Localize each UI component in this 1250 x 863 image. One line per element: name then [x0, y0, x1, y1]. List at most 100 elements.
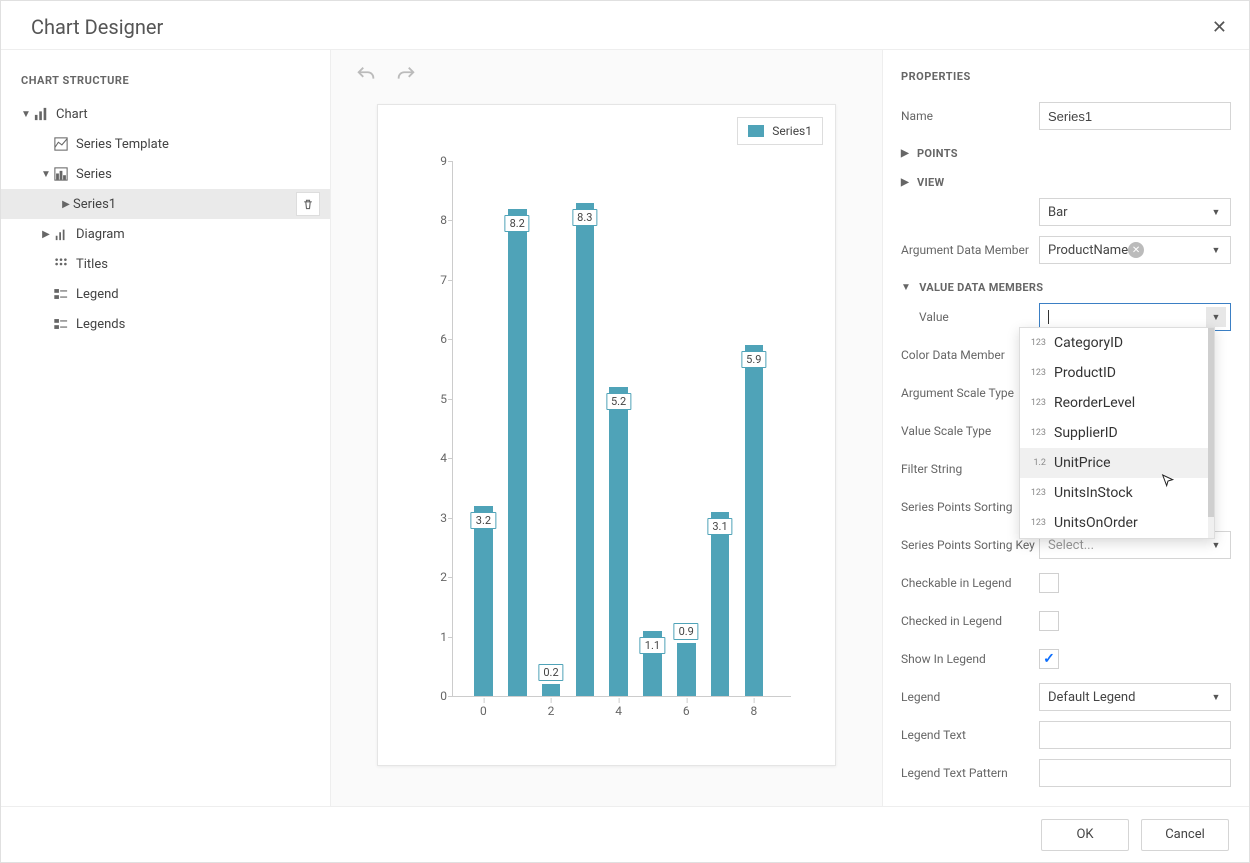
- legend-entry-label: Series1: [772, 124, 812, 138]
- x-tick: 8: [750, 704, 757, 718]
- dialog-title: Chart Designer: [31, 15, 163, 39]
- dropdown-item-label: ProductID: [1054, 365, 1116, 381]
- prop-name-input[interactable]: [1039, 102, 1231, 130]
- chevron-down-icon[interactable]: ▼: [19, 109, 33, 120]
- tree-item-titles[interactable]: Titles: [1, 249, 330, 279]
- show-in-legend-checkbox[interactable]: [1039, 649, 1059, 669]
- y-tick: 2: [425, 570, 447, 584]
- checked-in-legend-checkbox[interactable]: [1039, 611, 1059, 631]
- tree-item-series1[interactable]: ▶Series1: [1, 189, 330, 219]
- dropdown-item-supplierid[interactable]: 123 SupplierID: [1020, 418, 1214, 448]
- value-dropdown[interactable]: 123CategoryID123ProductID123ReorderLevel…: [1019, 327, 1215, 539]
- section-value-data-members[interactable]: ▼ VALUE DATA MEMBERS: [901, 269, 1231, 298]
- y-tick: 7: [425, 273, 447, 287]
- field-type-icon: 123: [1030, 338, 1046, 348]
- bar-value-label: 3.1: [707, 518, 732, 535]
- y-tick: 3: [425, 511, 447, 525]
- undo-button[interactable]: [355, 64, 377, 90]
- chart-icon: [33, 106, 49, 122]
- bar: 0.2: [542, 684, 561, 696]
- legend-swatch: [748, 125, 764, 137]
- bar-value-label: 0.2: [538, 664, 563, 681]
- tree-item-label: Series Template: [76, 137, 320, 152]
- properties-title: PROPERTIES: [901, 62, 1231, 97]
- dropdown-item-unitsinstock[interactable]: 123 UnitsInStock: [1020, 478, 1214, 508]
- dropdown-item-label: UnitPrice: [1054, 455, 1111, 471]
- dropdown-item-productid[interactable]: 123ProductID: [1020, 358, 1214, 388]
- tree-item-chart[interactable]: ▼ Chart: [1, 99, 330, 129]
- bar-value-label: 3.2: [471, 512, 496, 529]
- section-points[interactable]: ▶ POINTS: [901, 135, 1231, 164]
- chevron-down-icon[interactable]: ▼: [39, 169, 53, 180]
- argument-data-member-select[interactable]: ProductName ✕ ▼: [1039, 236, 1231, 264]
- bar: 3.1: [711, 512, 730, 696]
- field-type-icon: 123: [1030, 488, 1046, 498]
- view-type-select[interactable]: Bar ▼: [1039, 198, 1231, 226]
- chevron-right-icon[interactable]: ▶: [59, 199, 73, 210]
- tree-item-diagram[interactable]: ▶ Diagram: [1, 219, 330, 249]
- legend-text-pattern-input[interactable]: [1039, 759, 1231, 787]
- text-cursor-icon: [1048, 310, 1049, 324]
- y-tick: 0: [425, 689, 447, 703]
- checked-in-legend-label: Checked in Legend: [901, 614, 1039, 628]
- bar-value-label: 5.2: [606, 393, 631, 410]
- tree-item-label: Titles: [76, 257, 320, 272]
- bar: 3.2: [474, 506, 493, 696]
- tree-item-legends[interactable]: Legends: [1, 309, 330, 339]
- legend-text-input[interactable]: [1039, 721, 1231, 749]
- x-tick: 4: [615, 704, 622, 718]
- dropdown-item-categoryid[interactable]: 123 CategoryID: [1020, 328, 1214, 358]
- sidebar-title: CHART STRUCTURE: [1, 62, 330, 99]
- bar: 8.3: [576, 203, 595, 696]
- tree-item-series-template[interactable]: Series Template: [1, 129, 330, 159]
- cancel-button[interactable]: Cancel: [1141, 819, 1229, 851]
- tree-item-label: Chart: [56, 107, 320, 122]
- dropdown-item-unitprice[interactable]: 1.2UnitPrice: [1020, 448, 1214, 478]
- legend-icon: [53, 316, 69, 332]
- dropdown-item-unitsonorder[interactable]: 123 UnitsOnOrder: [1020, 508, 1214, 538]
- chevron-right-icon: ▶: [901, 177, 909, 188]
- y-tick: 8: [425, 213, 447, 227]
- field-type-icon: 123: [1030, 428, 1046, 438]
- dropdown-item-reorderlevel[interactable]: 123ReorderLevel: [1020, 388, 1214, 418]
- chart-structure-panel: CHART STRUCTURE ▼ChartSeries Template▼Se…: [1, 50, 331, 806]
- y-tick: 6: [425, 332, 447, 346]
- tree-item-label: Legends: [76, 317, 320, 332]
- ok-button[interactable]: OK: [1041, 819, 1129, 851]
- section-view[interactable]: ▶ VIEW: [901, 164, 1231, 193]
- x-tick: 0: [480, 704, 487, 718]
- tree-item-label: Series1: [73, 197, 296, 212]
- dropdown-item-label: CategoryID: [1054, 335, 1123, 351]
- bar: 1.1: [643, 631, 662, 696]
- chevron-down-icon: ▼: [1206, 240, 1226, 260]
- field-type-icon: 123: [1030, 518, 1046, 528]
- tree-item-series[interactable]: ▼Series: [1, 159, 330, 189]
- redo-button[interactable]: [395, 64, 417, 90]
- chevron-down-icon: ▼: [901, 282, 911, 293]
- series-template-icon: [53, 136, 69, 152]
- legend-icon: [53, 286, 69, 302]
- dropdown-item-label: UnitsOnOrder: [1054, 515, 1138, 531]
- show-in-legend-label: Show In Legend: [901, 652, 1039, 666]
- bar: 5.9: [745, 345, 764, 696]
- close-icon[interactable]: ✕: [1212, 17, 1227, 38]
- checkable-in-legend-checkbox[interactable]: [1039, 573, 1059, 593]
- legend-select[interactable]: Default Legend ▼: [1039, 683, 1231, 711]
- y-tick: 5: [425, 392, 447, 406]
- delete-button[interactable]: [296, 192, 320, 216]
- diagram-icon: [53, 226, 69, 242]
- field-type-icon: 123: [1030, 398, 1046, 408]
- bar-value-label: 8.3: [572, 209, 597, 226]
- bar: 8.2: [508, 209, 527, 696]
- chart-canvas-panel: Series1 01234567893.28.20.28.35.21.10.93…: [331, 50, 882, 806]
- dropdown-item-label: SupplierID: [1054, 425, 1118, 441]
- chart-legend: Series1: [737, 117, 823, 145]
- chevron-down-icon: ▼: [1206, 687, 1226, 707]
- clear-icon[interactable]: ✕: [1128, 242, 1144, 258]
- dropdown-item-label: UnitsInStock: [1054, 485, 1133, 501]
- legend-label: Legend: [901, 690, 1039, 704]
- chevron-right-icon[interactable]: ▶: [39, 229, 53, 240]
- tree-item-legend[interactable]: Legend: [1, 279, 330, 309]
- bar-value-label: 1.1: [640, 637, 665, 654]
- tree-item-label: Diagram: [76, 227, 320, 242]
